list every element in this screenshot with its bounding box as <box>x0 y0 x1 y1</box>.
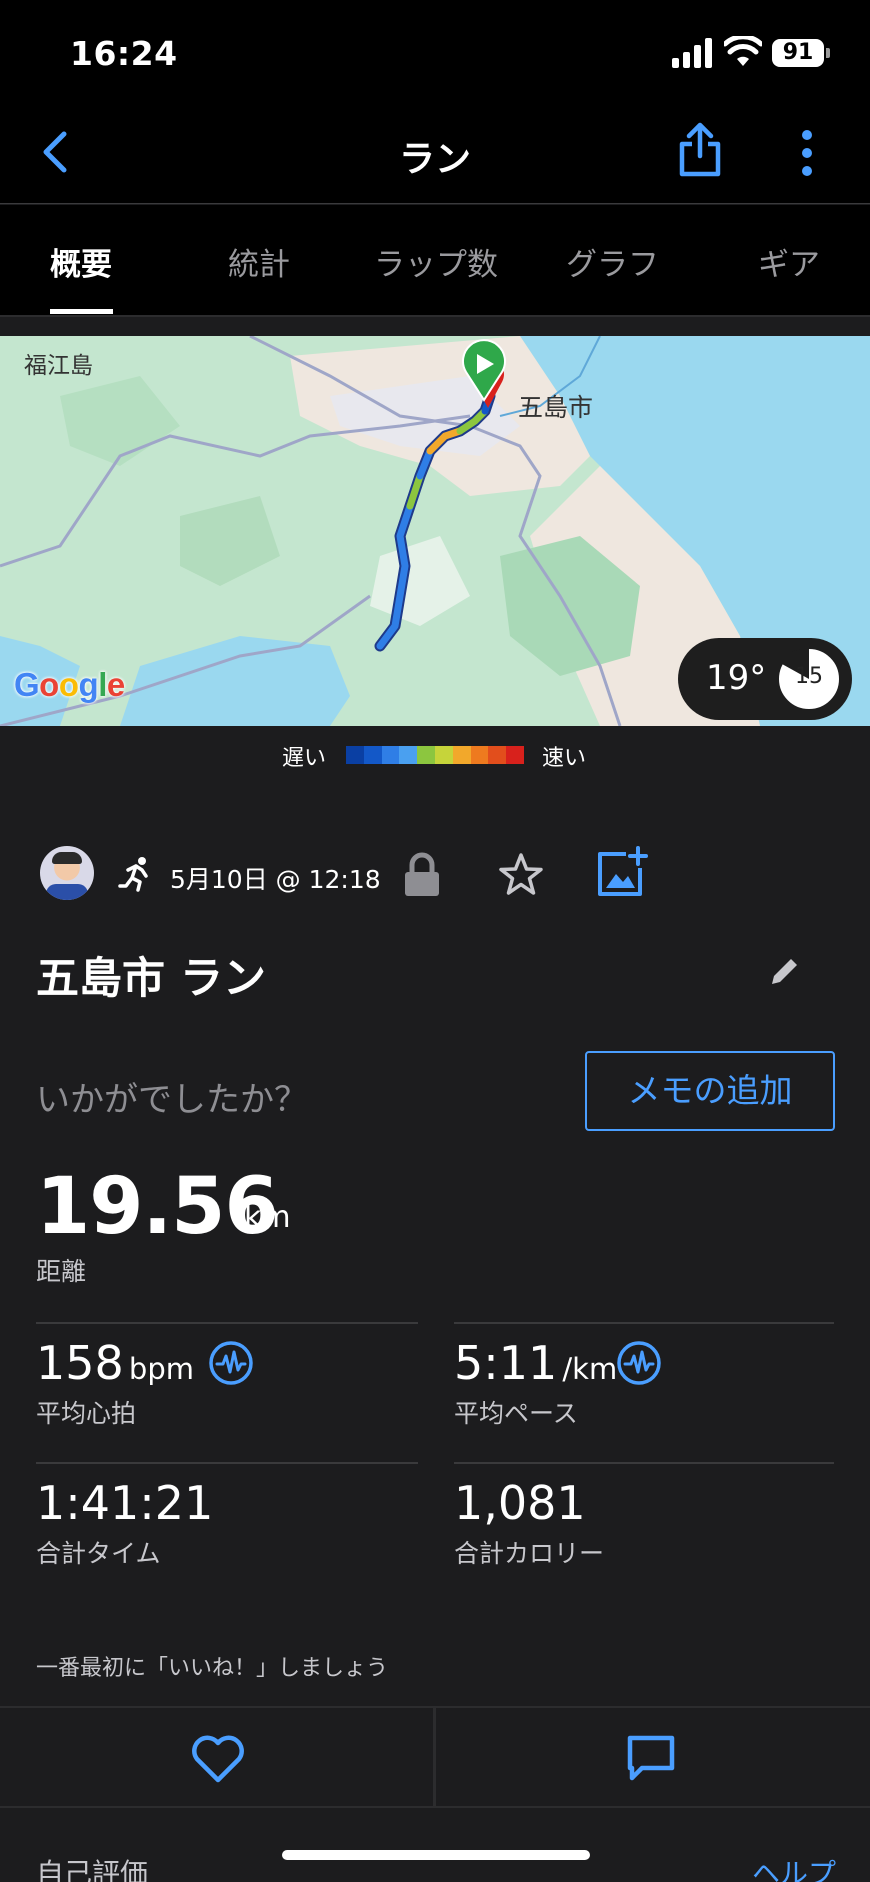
share-icon[interactable] <box>676 122 724 178</box>
total-time-stat: 1:41:21 合計タイム <box>36 1476 213 1570</box>
total-time-label: 合計タイム <box>36 1539 161 1568</box>
avg-heart-rate-label: 平均心拍 <box>36 1399 137 1428</box>
tab-gear[interactable]: ギア <box>758 239 820 284</box>
legend-fast-label: 速い <box>542 746 587 771</box>
avg-pace-unit: /km <box>562 1352 618 1386</box>
calories-stat: 1,081 合計カロリー <box>454 1476 604 1570</box>
total-time-value: 1:41:21 <box>36 1476 214 1530</box>
self-evaluation-label: 自己評価 <box>36 1857 149 1882</box>
wifi-icon <box>724 36 762 66</box>
avatar[interactable] <box>40 846 94 900</box>
tab-laps[interactable]: ラップ数 <box>374 239 498 284</box>
nav-bar: ラン <box>0 100 870 204</box>
edit-pencil-icon[interactable] <box>764 952 804 992</box>
pace-color-swatch <box>381 746 400 764</box>
like-heart-icon[interactable] <box>190 1734 246 1784</box>
lock-icon[interactable] <box>402 852 442 898</box>
calories-label: 合計カロリー <box>454 1539 605 1568</box>
avg-heart-rate-stat: 158 bpm 平均心拍 <box>36 1336 194 1430</box>
divider <box>36 1322 418 1324</box>
heart-rate-pulse-icon[interactable] <box>208 1340 254 1386</box>
legend-slow-label: 遅い <box>282 746 327 771</box>
avatar-hair <box>52 852 82 864</box>
calories-value: 1,081 <box>454 1476 586 1530</box>
pace-color-swatch <box>452 746 471 764</box>
activity-title: 五島市 ラン <box>36 954 266 1004</box>
avg-heart-rate-unit: bpm <box>128 1352 194 1386</box>
status-time: 16:24 <box>70 34 178 73</box>
battery-indicator: 91 <box>772 39 824 67</box>
divider <box>36 1462 418 1464</box>
google-logo: Google <box>14 666 125 703</box>
add-memo-button[interactable]: メモの追加 <box>585 1051 835 1131</box>
avg-pace-value: 5:11 <box>454 1336 558 1390</box>
weather-temperature: 19° <box>706 658 767 698</box>
map-label-island: 福江島 <box>24 353 93 379</box>
add-photo-icon[interactable] <box>596 846 648 898</box>
divider <box>454 1322 834 1324</box>
like-prompt: 一番最初に「いいね！」しましょう <box>36 1656 389 1681</box>
tab-bar: 概要 統計 ラップ数 グラフ ギア <box>0 205 870 317</box>
pace-legend: 遅い 速い <box>0 740 870 771</box>
pace-color-swatch <box>470 746 489 764</box>
tab-stats[interactable]: 統計 <box>228 239 290 284</box>
more-vertical-icon[interactable] <box>790 128 824 178</box>
distance-label: 距離 <box>36 1257 87 1286</box>
distance-value: 19.56 <box>36 1162 279 1252</box>
running-icon <box>118 857 148 892</box>
wind-speed: 15 <box>795 664 823 689</box>
social-actions <box>0 1706 870 1808</box>
button-separator <box>433 1708 436 1808</box>
avg-heart-rate-value: 158 <box>36 1336 124 1390</box>
status-bar: 16:24 91 <box>0 0 870 100</box>
help-link[interactable]: ヘルプ <box>752 1852 836 1882</box>
pace-color-swatch <box>399 746 418 764</box>
cellular-signal-icon <box>672 38 712 68</box>
avg-pace-label: 平均ペース <box>454 1399 578 1428</box>
tab-overview[interactable]: 概要 <box>50 239 112 284</box>
pace-color-scale <box>346 746 524 764</box>
home-indicator <box>282 1850 590 1860</box>
activity-date: 5月10日 @ 12:18 <box>170 865 381 894</box>
pace-color-swatch <box>346 746 364 764</box>
map-label-city: 五島市 <box>518 393 594 422</box>
pace-color-swatch <box>506 746 524 764</box>
route-map[interactable]: 福江島 五島市 Google 19° 15 <box>0 336 870 726</box>
pace-pulse-icon[interactable] <box>616 1340 662 1386</box>
pace-color-swatch <box>363 746 382 764</box>
comment-icon[interactable] <box>626 1734 676 1782</box>
star-icon[interactable] <box>496 850 546 900</box>
avatar-shirt <box>46 884 88 900</box>
tab-graph[interactable]: グラフ <box>566 239 659 284</box>
pace-color-swatch <box>488 746 507 764</box>
activity-info-row: 5月10日 @ 12:18 <box>0 846 870 906</box>
active-tab-indicator <box>50 309 113 314</box>
pace-color-swatch <box>434 746 453 764</box>
feeling-prompt: いかがでしたか？ <box>36 1080 308 1120</box>
divider <box>454 1462 834 1464</box>
battery-tip <box>826 48 830 58</box>
distance-unit: km <box>244 1200 291 1235</box>
page-title: ラン <box>398 139 471 180</box>
avg-pace-stat: 5:11 /km 平均ペース <box>454 1336 617 1430</box>
pace-color-swatch <box>417 746 435 764</box>
weather-badge[interactable]: 19° 15 <box>678 638 852 720</box>
